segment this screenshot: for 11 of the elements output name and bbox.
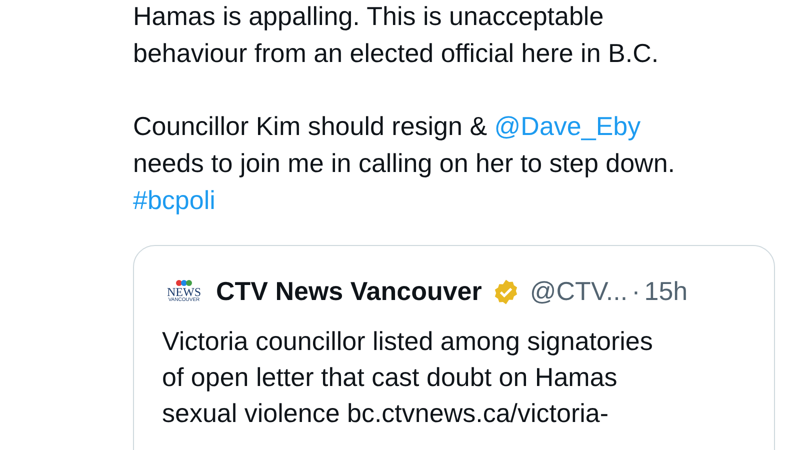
separator-dot: · <box>632 275 640 308</box>
tweet-text: Councillor Kim should resign & @Dave_Eby needs to join me in calling on her to step down. #bcpoli <box>133 110 676 217</box>
logo-word: NEWS <box>167 286 201 298</box>
hashtag-link[interactable]: #bcpoli <box>133 185 216 215</box>
quoted-tweet-text: Victoria councillor listed among signatories of open letter that cast doubt on Hamas sexual violence bc.ctvnews.ca/victoria- <box>162 325 654 430</box>
mention-link[interactable]: @Dave_Eby <box>494 111 641 141</box>
timestamp: 15h <box>644 275 688 308</box>
tweet-text: Hamas is appalling. This is unacceptable behaviour from an elected official here in B.C. <box>133 0 660 70</box>
author-name: CTV News Vancouver <box>216 275 482 308</box>
author-handle: @CTV... <box>530 275 628 308</box>
dots-icon <box>176 280 192 286</box>
